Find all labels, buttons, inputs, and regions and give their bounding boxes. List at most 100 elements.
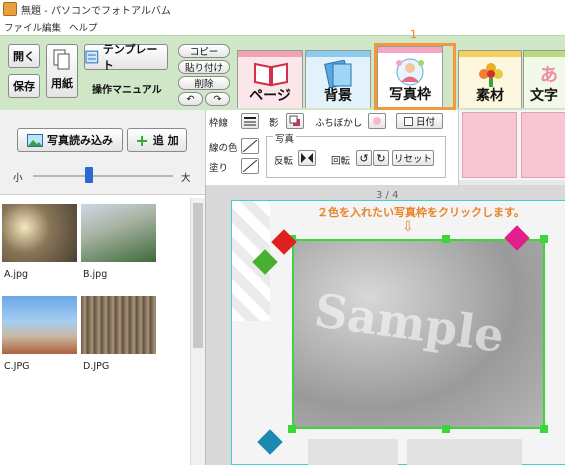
fill-color-swatch[interactable] xyxy=(241,158,259,174)
open-button[interactable]: 開く xyxy=(8,44,40,68)
photo-slot[interactable] xyxy=(308,439,398,465)
blur-label: ふちぼかし xyxy=(315,118,363,129)
date-checkbox[interactable] xyxy=(403,116,413,126)
no-color-icon xyxy=(243,160,257,172)
rotate-left-button[interactable]: ↺ xyxy=(356,150,372,166)
add-label: 追 加 xyxy=(152,134,179,147)
thumbnail-scrollbar[interactable] xyxy=(190,198,205,465)
menu-bar: ファイル 編集 ヘルプ xyxy=(0,18,565,35)
tab-page-label: ページ xyxy=(249,88,291,104)
redo-button[interactable]: ↷ xyxy=(205,92,230,106)
date-toggle[interactable]: 日付 xyxy=(396,113,443,129)
undo-button[interactable]: ↶ xyxy=(178,92,203,106)
rotate-right-icon: ↻ xyxy=(376,151,386,165)
step-number: 1 xyxy=(410,28,417,41)
template-icon xyxy=(85,50,99,64)
tab-page[interactable]: ページ xyxy=(237,50,303,108)
step-highlight-box xyxy=(374,43,456,110)
paste-button[interactable]: 貼り付け xyxy=(178,60,230,74)
template-button[interactable]: テンプレート xyxy=(84,43,168,72)
scrollbar-thumb[interactable] xyxy=(193,203,203,348)
toolbar: 開く 保存 用紙 テンプレート 操作マニュアル コピー 貼り付け 削除 ↶ ↷ … xyxy=(0,35,565,111)
photo-controls: 写真読み込み + 追 加 小 大 xyxy=(0,110,205,195)
tab-text-strip xyxy=(524,51,565,57)
thumbnail-caption: A.jpg xyxy=(4,269,29,280)
line-color-swatch[interactable] xyxy=(241,138,259,154)
canvas-area: 3 / 4 ２色を入れたい写真枠をクリックします。 ⇩ Sample xyxy=(205,185,565,465)
resize-handle[interactable] xyxy=(442,425,450,433)
tab-text[interactable]: あ 文字 xyxy=(523,50,565,108)
border-style-button[interactable] xyxy=(241,113,259,129)
load-photo-label: 写真読み込み xyxy=(47,134,113,147)
thumbnail-image xyxy=(2,296,77,354)
flower-icon xyxy=(479,63,503,87)
rotate-label: 回転 xyxy=(331,156,351,167)
tab-background-label: 背景 xyxy=(324,88,352,104)
flip-button[interactable] xyxy=(298,150,316,166)
photo-group-label: 写真 xyxy=(273,131,297,145)
flip-icon xyxy=(301,153,313,163)
tab-background-strip xyxy=(306,51,370,57)
photo-slot[interactable] xyxy=(407,439,522,465)
thumbnail-caption: D.JPG xyxy=(83,361,110,372)
resize-handle[interactable] xyxy=(540,425,548,433)
blue-diamond-decoration xyxy=(257,429,283,455)
size-slider-thumb[interactable] xyxy=(85,167,93,183)
tab-text-label: 文字 xyxy=(530,88,558,104)
load-photo-button[interactable]: 写真読み込み xyxy=(17,128,123,152)
paper-label: 用紙 xyxy=(51,77,73,90)
blur-icon xyxy=(373,117,381,125)
template-label: テンプレート xyxy=(102,43,158,72)
lines-icon xyxy=(244,117,256,126)
delete-button[interactable]: 削除 xyxy=(178,76,230,90)
reset-button[interactable]: リセット xyxy=(392,150,434,166)
size-slider-track[interactable] xyxy=(33,175,173,177)
save-button[interactable]: 保存 xyxy=(8,74,40,98)
menu-edit[interactable]: 編集 xyxy=(42,20,61,34)
picture-icon xyxy=(27,133,43,147)
rotate-right-button[interactable]: ↻ xyxy=(373,150,389,166)
property-panel: 枠線 影 ふちぼかし 日付 線の色 塗り 写真 反転 回転 ↺ ↻ リセット xyxy=(205,110,458,185)
thumbnail-image xyxy=(81,296,156,354)
frame-option[interactable] xyxy=(521,112,565,178)
tab-page-strip xyxy=(238,51,302,57)
tab-background[interactable]: 背景 xyxy=(305,50,371,108)
thumbnail-caption: B.jpg xyxy=(83,269,108,280)
copy-button[interactable]: コピー xyxy=(178,44,230,58)
thumbnail-image xyxy=(81,204,156,262)
photo-frame[interactable]: Sample xyxy=(292,239,545,429)
window-title: 無題 - パソコンでフォトアルバム xyxy=(21,6,171,17)
no-color-icon xyxy=(243,140,257,152)
sample-watermark: Sample xyxy=(311,282,508,364)
menu-file[interactable]: ファイル xyxy=(4,20,42,34)
tab-material-strip xyxy=(459,51,521,57)
flip-label: 反転 xyxy=(274,156,294,167)
size-large-label: 大 xyxy=(181,173,191,184)
shadow-label: 影 xyxy=(269,118,279,129)
menu-help[interactable]: ヘルプ xyxy=(69,20,98,34)
resize-handle[interactable] xyxy=(288,425,296,433)
resize-handle[interactable] xyxy=(540,235,548,243)
size-small-label: 小 xyxy=(13,173,23,184)
photo-thumbnail-list: A.jpg B.jpg C.JPG D.JPG xyxy=(0,198,190,465)
book-icon xyxy=(254,62,288,87)
add-button[interactable]: + 追 加 xyxy=(127,128,187,152)
paper-button[interactable]: 用紙 xyxy=(46,44,78,98)
frame-options-strip xyxy=(458,110,565,185)
tab-material[interactable]: 素材 xyxy=(458,50,522,108)
text-icon: あ xyxy=(540,65,558,86)
thumbnail-caption: C.JPG xyxy=(4,361,30,372)
app-icon xyxy=(3,2,17,16)
thumbnail-image xyxy=(2,204,77,262)
line-color-label: 線の色 xyxy=(209,143,238,154)
arrow-down-icon: ⇩ xyxy=(402,219,414,235)
plus-icon: + xyxy=(135,130,149,150)
paper-icon xyxy=(53,49,70,70)
manual-link[interactable]: 操作マニュアル xyxy=(92,81,162,96)
shadow-button[interactable] xyxy=(286,113,304,129)
album-page[interactable]: ２色を入れたい写真枠をクリックします。 ⇩ Sample xyxy=(231,200,565,465)
rotate-left-icon: ↺ xyxy=(359,151,369,165)
blur-button[interactable] xyxy=(368,113,386,129)
resize-handle[interactable] xyxy=(442,235,450,243)
frame-option[interactable] xyxy=(462,112,517,178)
